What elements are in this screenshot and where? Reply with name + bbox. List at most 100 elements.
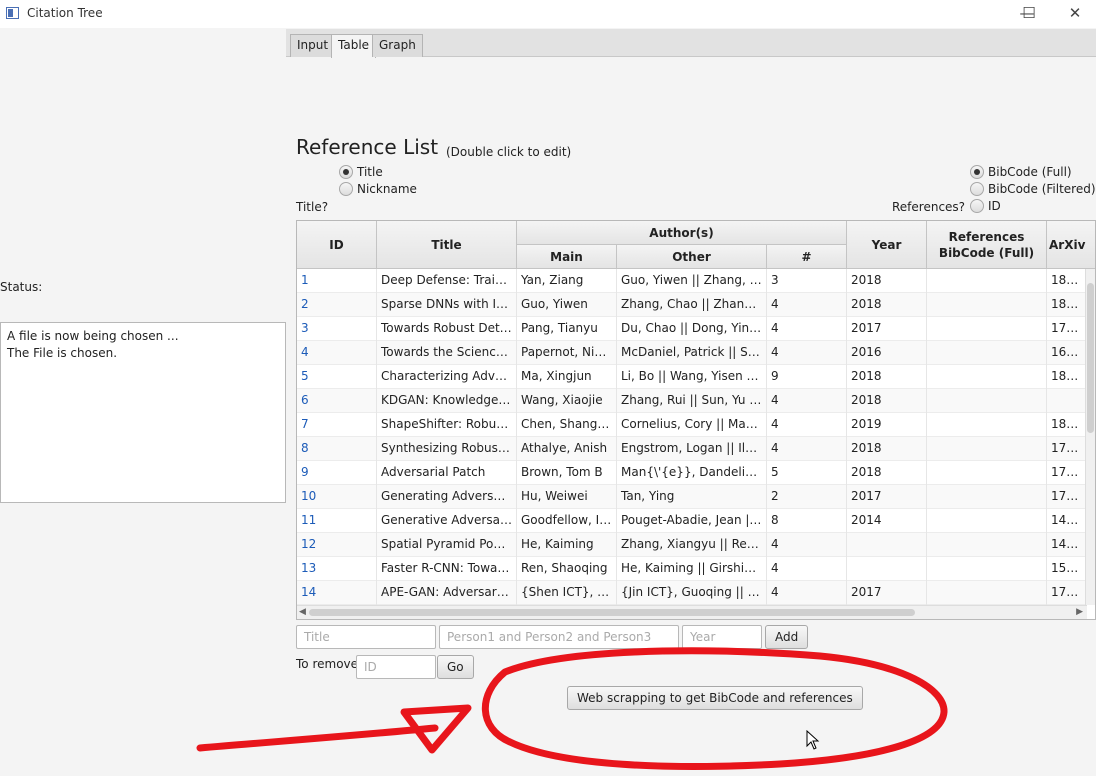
- cell-author-count[interactable]: 4: [767, 317, 847, 341]
- cell-references[interactable]: [927, 293, 1047, 317]
- cell-main-author[interactable]: Pang, Tianyu: [517, 317, 617, 341]
- cell-id[interactable]: 11: [297, 509, 377, 533]
- cell-title[interactable]: Faster R-CNN: Towards...: [377, 557, 517, 581]
- cell-id[interactable]: 12: [297, 533, 377, 557]
- radio-bibcode-filtered[interactable]: BibCode (Filtered): [970, 181, 1096, 197]
- cell-main-author[interactable]: Hu, Weiwei: [517, 485, 617, 509]
- cell-other-authors[interactable]: Engstrom, Logan || Ilyas, ...: [617, 437, 767, 461]
- cell-main-author[interactable]: Guo, Yiwen: [517, 293, 617, 317]
- cell-main-author[interactable]: Ren, Shaoqing: [517, 557, 617, 581]
- cell-main-author[interactable]: He, Kaiming: [517, 533, 617, 557]
- year-input[interactable]: Year: [682, 625, 762, 649]
- cell-title[interactable]: Generating Adversarial ...: [377, 485, 517, 509]
- cell-year[interactable]: 2018: [847, 437, 927, 461]
- cell-title[interactable]: Synthesizing Robust A...: [377, 437, 517, 461]
- cell-author-count[interactable]: 3: [767, 269, 847, 293]
- cell-author-count[interactable]: 4: [767, 581, 847, 605]
- cell-references[interactable]: [927, 533, 1047, 557]
- cell-id[interactable]: 10: [297, 485, 377, 509]
- scroll-right-icon[interactable]: ▶: [1076, 606, 1083, 618]
- horizontal-scroll-thumb[interactable]: [309, 609, 915, 616]
- cell-year[interactable]: 2017: [847, 581, 927, 605]
- cell-main-author[interactable]: Wang, Xiaojie: [517, 389, 617, 413]
- cell-title[interactable]: Deep Defense: Training...: [377, 269, 517, 293]
- radio-bibcode-full[interactable]: BibCode (Full): [970, 164, 1072, 180]
- cell-main-author[interactable]: Papernot, Nicolas: [517, 341, 617, 365]
- cell-year[interactable]: 2014: [847, 509, 927, 533]
- cell-other-authors[interactable]: He, Kaiming || Girshick, R...: [617, 557, 767, 581]
- cell-year[interactable]: 2016: [847, 341, 927, 365]
- cell-author-count[interactable]: 4: [767, 293, 847, 317]
- table-row[interactable]: 10Generating Adversarial ...Hu, WeiweiTa…: [297, 485, 1087, 509]
- cell-other-authors[interactable]: Man{\'{e}}, Dandelion || R...: [617, 461, 767, 485]
- cell-arxiv[interactable]: 1810.0: [1047, 293, 1087, 317]
- cell-id[interactable]: 7: [297, 413, 377, 437]
- web-scrape-button[interactable]: Web scrapping to get BibCode and referen…: [567, 686, 863, 710]
- header-references[interactable]: References BibCode (Full): [927, 221, 1047, 269]
- tab-graph[interactable]: Graph: [372, 34, 423, 57]
- cell-arxiv[interactable]: 1706.0: [1047, 317, 1087, 341]
- cell-id[interactable]: 13: [297, 557, 377, 581]
- cell-arxiv[interactable]: 1406.2: [1047, 509, 1087, 533]
- cell-main-author[interactable]: Brown, Tom B: [517, 461, 617, 485]
- cell-author-count[interactable]: 4: [767, 341, 847, 365]
- add-button[interactable]: Add: [765, 625, 809, 649]
- header-main[interactable]: Main: [517, 245, 617, 269]
- cell-id[interactable]: 3: [297, 317, 377, 341]
- cell-arxiv[interactable]: 1611.0: [1047, 341, 1087, 365]
- maximize-button[interactable]: ☐: [1006, 0, 1052, 28]
- cell-id[interactable]: 4: [297, 341, 377, 365]
- radio-title[interactable]: Title: [339, 164, 383, 180]
- cell-author-count[interactable]: 8: [767, 509, 847, 533]
- cell-title[interactable]: Towards Robust Detect...: [377, 317, 517, 341]
- cell-year[interactable]: 2018: [847, 389, 927, 413]
- cell-other-authors[interactable]: McDaniel, Patrick || Sinha...: [617, 341, 767, 365]
- cell-main-author[interactable]: Goodfellow, Ian J: [517, 509, 617, 533]
- cell-year[interactable]: 2017: [847, 485, 927, 509]
- cell-year[interactable]: [847, 557, 927, 581]
- cell-main-author[interactable]: {Shen ICT}, Shiwei: [517, 581, 617, 605]
- cell-arxiv[interactable]: 1702.0: [1047, 485, 1087, 509]
- cell-id[interactable]: 8: [297, 437, 377, 461]
- cell-other-authors[interactable]: Zhang, Chao || Zhang, Ch...: [617, 293, 767, 317]
- cell-arxiv[interactable]: 1406.4: [1047, 533, 1087, 557]
- cell-other-authors[interactable]: Guo, Yiwen || Zhang, Cha...: [617, 269, 767, 293]
- cell-references[interactable]: [927, 389, 1047, 413]
- table-row[interactable]: 5Characterizing Adversa...Ma, XingjunLi,…: [297, 365, 1087, 389]
- cell-author-count[interactable]: 9: [767, 365, 847, 389]
- table-row[interactable]: 3 Towards Robust Detect... Pang, Tianyu Du,…: [297, 317, 1087, 341]
- cell-other-authors[interactable]: Zhang, Rui || Sun, Yu || Qi...: [617, 389, 767, 413]
- cell-other-authors[interactable]: Pouget-Abadie, Jean || M...: [617, 509, 767, 533]
- horizontal-scrollbar[interactable]: ◀ ▶: [297, 605, 1087, 619]
- cell-id[interactable]: 6: [297, 389, 377, 413]
- cell-references[interactable]: [927, 269, 1047, 293]
- cell-year[interactable]: 2019: [847, 413, 927, 437]
- scroll-left-icon[interactable]: ◀: [299, 606, 306, 618]
- cell-title[interactable]: Sparse DNNs with Impr...: [377, 293, 517, 317]
- close-button[interactable]: ✕: [1052, 0, 1096, 28]
- cell-references[interactable]: [927, 581, 1047, 605]
- cell-id[interactable]: 2: [297, 293, 377, 317]
- title-input[interactable]: Title: [296, 625, 436, 649]
- cell-title[interactable]: Spatial Pyramid Poolin...: [377, 533, 517, 557]
- cell-title[interactable]: Generative Adversarial ...: [377, 509, 517, 533]
- cell-arxiv[interactable]: 1506.0: [1047, 557, 1087, 581]
- cell-title[interactable]: Towards the Science of...: [377, 341, 517, 365]
- cell-arxiv[interactable]: [1047, 389, 1087, 413]
- authors-input[interactable]: Person1 and Person2 and Person3: [439, 625, 679, 649]
- cell-references[interactable]: [927, 461, 1047, 485]
- cell-year[interactable]: 2018: [847, 461, 927, 485]
- cell-main-author[interactable]: Athalye, Anish: [517, 437, 617, 461]
- cell-title[interactable]: Characterizing Adversa...: [377, 365, 517, 389]
- remove-id-input[interactable]: ID: [356, 655, 436, 679]
- header-title[interactable]: Title: [377, 221, 517, 269]
- cell-year[interactable]: 2018: [847, 269, 927, 293]
- cell-arxiv[interactable]: 1804.0: [1047, 413, 1087, 437]
- cell-title[interactable]: Adversarial Patch: [377, 461, 517, 485]
- cell-references[interactable]: [927, 317, 1047, 341]
- header-year[interactable]: Year: [847, 221, 927, 269]
- cell-other-authors[interactable]: Li, Bo || Wang, Yisen || Erf...: [617, 365, 767, 389]
- cell-other-authors[interactable]: Du, Chao || Dong, Yinpen...: [617, 317, 767, 341]
- cell-author-count[interactable]: 4: [767, 557, 847, 581]
- cell-other-authors[interactable]: {Jin ICT}, Guoqing || {Gao ...: [617, 581, 767, 605]
